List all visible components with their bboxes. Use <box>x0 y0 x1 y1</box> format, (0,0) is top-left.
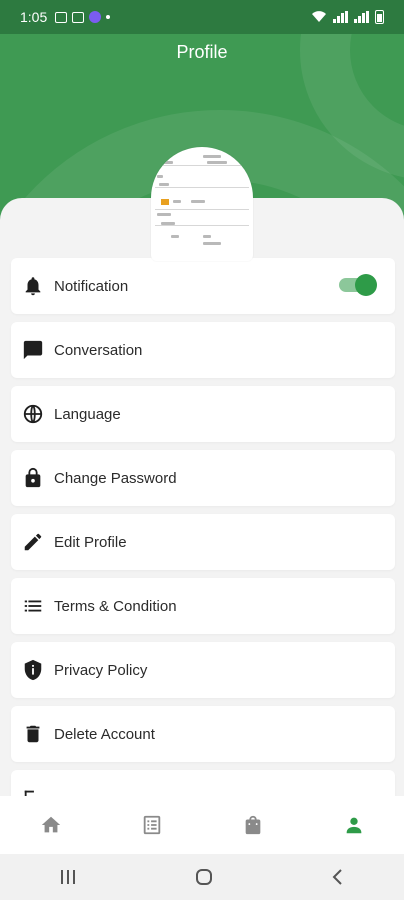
globe-icon <box>22 403 44 425</box>
pencil-icon <box>22 531 44 553</box>
menu-item-language[interactable]: Language <box>11 386 395 442</box>
document-list-icon <box>143 815 160 835</box>
menu-item-change-password[interactable]: Change Password <box>11 450 395 506</box>
page-title: Profile <box>176 42 228 62</box>
home-icon <box>41 816 60 833</box>
more-notifications-dot-icon <box>106 15 111 19</box>
menu-item-label: Conversation <box>54 341 143 359</box>
message-notification-icon <box>72 11 85 23</box>
menu-item-delete-account[interactable]: Delete Account <box>11 706 395 762</box>
avatar-image-detail <box>173 200 181 203</box>
nav-orders[interactable] <box>128 805 176 845</box>
nav-home[interactable] <box>27 805 75 845</box>
lock-icon <box>22 467 44 489</box>
avatar-image-detail <box>157 213 171 216</box>
menu-item-label: Edit Profile <box>54 533 127 551</box>
avatar-image-detail <box>163 161 173 164</box>
chat-icon <box>22 339 44 361</box>
trash-icon <box>22 723 44 745</box>
avatar-image-detail <box>155 209 249 210</box>
flag-icon <box>161 199 169 205</box>
list-icon <box>22 595 44 617</box>
avatar-image-detail <box>207 161 227 164</box>
recent-apps-icon[interactable] <box>59 869 77 885</box>
avatar-image-detail <box>161 222 175 225</box>
avatar-image-detail <box>157 175 163 178</box>
menu-item-privacy-policy[interactable]: Privacy Policy <box>11 642 395 698</box>
home-button-icon[interactable] <box>194 867 214 887</box>
avatar[interactable] <box>151 147 253 261</box>
avatar-image-detail <box>203 235 211 238</box>
menu-item-label: Change Password <box>54 469 177 487</box>
avatar-image-detail <box>171 235 179 238</box>
nav-profile[interactable] <box>330 805 378 845</box>
shopping-bag-icon <box>245 815 260 835</box>
bottom-navigation <box>0 796 404 854</box>
menu-item-notification[interactable]: Notification <box>11 258 395 314</box>
menu-item-label: Language <box>54 405 121 423</box>
signal-icon <box>333 11 348 23</box>
back-icon[interactable] <box>331 868 345 886</box>
menu-item-label: Terms & Condition <box>54 597 177 615</box>
avatar-image-detail <box>155 225 249 226</box>
avatar-image-detail <box>159 165 249 166</box>
menu-item-terms-condition[interactable]: Terms & Condition <box>11 578 395 634</box>
avatar-image-detail <box>191 200 205 203</box>
menu-item-label: Privacy Policy <box>54 661 148 679</box>
notification-toggle[interactable] <box>339 274 377 296</box>
signal-icon <box>354 11 369 23</box>
menu-item-label: Notification <box>54 277 129 295</box>
menu-item-label: Delete Account <box>54 725 155 743</box>
battery-icon <box>375 10 384 24</box>
menu-item-conversation[interactable]: Conversation <box>11 322 395 378</box>
shield-icon <box>22 659 44 681</box>
person-icon <box>346 817 361 834</box>
bell-icon <box>22 275 44 297</box>
system-navigation-bar <box>0 854 404 900</box>
avatar-image-detail <box>155 187 249 188</box>
menu-item-edit-profile[interactable]: Edit Profile <box>11 514 395 570</box>
app-notification-icon <box>89 11 102 23</box>
avatar-image-detail <box>159 183 169 186</box>
status-time: 1:05 <box>20 9 48 25</box>
status-bar: 1:05 <box>0 0 404 34</box>
avatar-image-detail <box>203 155 221 158</box>
image-notification-icon <box>55 11 68 23</box>
wifi-icon <box>312 11 326 22</box>
avatar-image-detail <box>203 242 221 245</box>
nav-shop[interactable] <box>229 805 277 845</box>
